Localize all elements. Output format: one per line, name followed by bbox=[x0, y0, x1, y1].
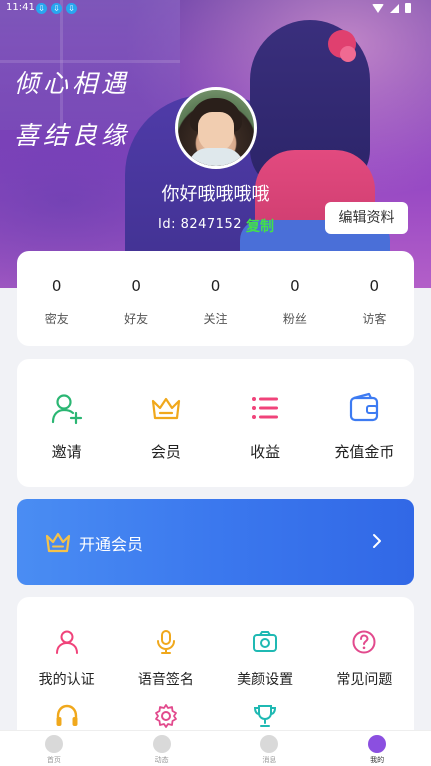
tab-label: 动态 bbox=[154, 756, 169, 764]
tab-moments[interactable]: 动态 bbox=[108, 731, 216, 766]
stat-value: 0 bbox=[51, 277, 62, 295]
user-icon bbox=[55, 630, 78, 654]
settings-icon bbox=[154, 704, 177, 728]
avatar[interactable] bbox=[175, 87, 257, 169]
tab-me[interactable]: 我的 bbox=[323, 731, 431, 766]
microphone-icon bbox=[156, 630, 175, 654]
earnings-button[interactable]: 收益 bbox=[216, 359, 315, 487]
copy-id-button[interactable]: 复制 bbox=[246, 216, 274, 236]
download-notification-icon: ⇩ bbox=[66, 3, 77, 14]
open-membership-banner[interactable]: 开通会员 bbox=[17, 499, 414, 585]
stat-label: 好友 bbox=[124, 312, 149, 326]
service-label: 美颜设置 bbox=[237, 672, 294, 688]
wifi-icon bbox=[372, 3, 384, 13]
tab-label: 首页 bbox=[46, 756, 61, 764]
my-verification-button[interactable]: 我的认证 bbox=[17, 597, 116, 689]
membership-button[interactable]: 会员 bbox=[116, 359, 215, 487]
crown-icon bbox=[151, 397, 180, 420]
faq-button[interactable]: 常见问题 bbox=[315, 597, 414, 689]
quick-actions-card: 邀请 会员 收益 充值金币 bbox=[17, 359, 414, 487]
quick-action-label: 收益 bbox=[250, 443, 281, 461]
me-icon bbox=[368, 735, 387, 753]
stat-label: 粉丝 bbox=[282, 312, 307, 326]
voice-signature-button[interactable]: 语音签名 bbox=[116, 597, 215, 689]
stat-value: 0 bbox=[131, 277, 141, 295]
tab-messages[interactable]: 消息 bbox=[216, 731, 324, 766]
slogan-line-2: 喜结良缘 bbox=[14, 121, 131, 150]
service-label: 常见问题 bbox=[336, 672, 393, 688]
signal-icon bbox=[390, 3, 399, 13]
crown-icon bbox=[45, 532, 71, 553]
moments-icon bbox=[152, 735, 171, 753]
quick-action-label: 会员 bbox=[150, 443, 181, 461]
trophy-icon bbox=[254, 705, 277, 727]
add-user-icon bbox=[51, 394, 82, 425]
profile-header: 倾心相遇 喜结良缘 你好哦哦哦哦 Id: 8247152 复制 编辑资料 bbox=[0, 0, 431, 288]
recharge-coins-button[interactable]: 充值金币 bbox=[315, 359, 414, 487]
stat-fans[interactable]: 0 粉丝 bbox=[255, 251, 334, 346]
download-notification-icon: ⇩ bbox=[51, 3, 62, 14]
invite-button[interactable]: 邀请 bbox=[17, 359, 116, 487]
service-label: 我的认证 bbox=[38, 672, 95, 688]
beauty-settings-button[interactable]: 美颜设置 bbox=[216, 597, 315, 689]
download-notification-icon: ⇩ bbox=[36, 3, 47, 14]
services-card: 我的认证 语音签名 美颜设置 常见问题 bbox=[17, 597, 414, 747]
camera-icon bbox=[253, 631, 278, 652]
list-icon bbox=[252, 397, 279, 419]
question-icon bbox=[352, 630, 376, 654]
stat-label: 密友 bbox=[44, 312, 69, 326]
service-label: 语音签名 bbox=[137, 672, 194, 688]
slogan-line-1: 倾心相遇 bbox=[14, 69, 131, 98]
hair-bow-knot bbox=[340, 46, 356, 62]
stat-value: 0 bbox=[290, 277, 300, 295]
stat-friends[interactable]: 0 好友 bbox=[96, 251, 175, 346]
stat-value: 0 bbox=[369, 277, 380, 295]
home-icon bbox=[44, 735, 63, 753]
stat-label: 访客 bbox=[362, 312, 387, 326]
message-icon bbox=[260, 735, 279, 753]
status-time: 11:41 bbox=[6, 2, 35, 13]
bottom-tab-bar: 首页 动态 消息 我的 bbox=[0, 730, 431, 766]
stat-value: 0 bbox=[210, 277, 221, 295]
wallet-icon bbox=[350, 392, 379, 422]
headphones-icon bbox=[56, 704, 78, 726]
tab-label: 消息 bbox=[262, 756, 277, 764]
stats-card: 0 密友 0 好友 0 关注 0 粉丝 0 访客 bbox=[17, 251, 414, 346]
chevron-right-icon bbox=[373, 534, 381, 548]
stat-following[interactable]: 0 关注 bbox=[176, 251, 255, 346]
stat-close-friends[interactable]: 0 密友 bbox=[17, 251, 96, 346]
status-bar: 11:41 ⇩ ⇩ ⇩ bbox=[0, 0, 431, 18]
edit-profile-button[interactable]: 编辑资料 bbox=[325, 202, 408, 234]
tab-home[interactable]: 首页 bbox=[0, 731, 108, 766]
tab-label: 我的 bbox=[370, 756, 385, 764]
stat-label: 关注 bbox=[203, 312, 228, 326]
open-membership-label: 开通会员 bbox=[79, 535, 144, 554]
battery-icon bbox=[405, 3, 411, 13]
quick-action-label: 充值金币 bbox=[334, 443, 395, 461]
stat-visitors[interactable]: 0 访客 bbox=[335, 251, 414, 346]
quick-action-label: 邀请 bbox=[51, 443, 82, 461]
user-id: Id: 8247152 bbox=[158, 217, 242, 232]
